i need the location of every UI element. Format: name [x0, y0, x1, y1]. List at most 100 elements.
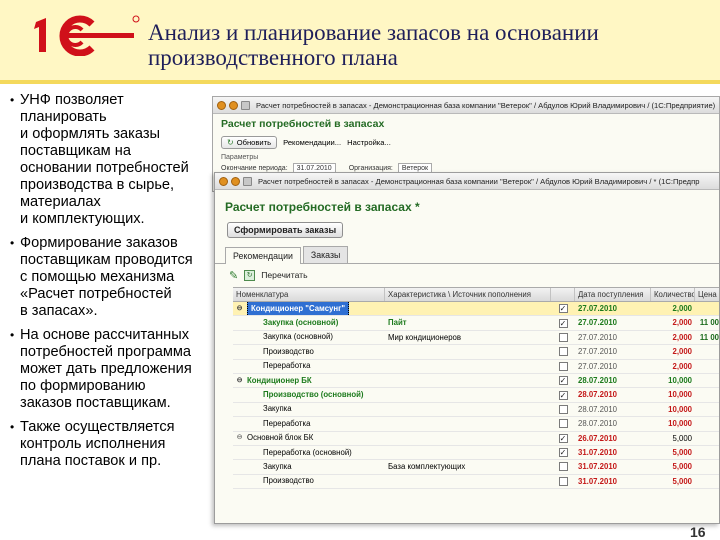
row-checkbox[interactable] — [558, 347, 568, 357]
bullet-text: На основе рассчитанных потребностей прог… — [20, 327, 192, 411]
row-qty: 2,000 — [672, 332, 692, 342]
recommendations-button[interactable]: Рекомендации... — [283, 138, 341, 147]
column-header[interactable]: Характеристика \ Источник пополнения — [385, 288, 551, 301]
bullet-dot-icon: • — [10, 328, 15, 342]
row-qty: 2,000 — [672, 361, 692, 371]
column-header[interactable] — [551, 288, 575, 301]
row-date: 27.07.2010 — [578, 304, 618, 313]
table-row[interactable]: ⊖ Основной блок БК ✓ 26.07.2010 5,000 — [233, 432, 719, 446]
favorite-icon[interactable] — [231, 176, 240, 186]
table-row[interactable]: Переработка 28.07.2010 10,000 — [233, 417, 719, 432]
row-char — [385, 446, 551, 459]
refresh-label: Обновить — [236, 137, 272, 147]
table-row[interactable]: Производство (основной) ✓ 28.07.2010 10,… — [233, 388, 719, 403]
bullet-item: • Формирование заказов поставщикам прово… — [10, 235, 215, 320]
row-checkbox[interactable] — [558, 361, 568, 371]
row-qty: 10,000 — [668, 419, 692, 429]
row-char — [385, 475, 551, 488]
row-checkbox[interactable]: ✓ — [558, 304, 568, 314]
recalc-icon[interactable]: ↻ — [244, 269, 256, 281]
table-row[interactable]: Производство 31.07.2010 5,000 — [233, 475, 719, 490]
table-row[interactable]: Закупка 28.07.2010 10,000 — [233, 403, 719, 418]
requirements-table: Номенклатура Характеристика \ Источник п… — [233, 287, 719, 490]
row-checkbox[interactable]: ✓ — [558, 390, 568, 400]
tab-orders[interactable]: Заказы — [302, 246, 349, 263]
front-window-titlebar[interactable]: Расчет потребностей в запасах - Демонстр… — [215, 173, 719, 190]
row-name: Закупка (основной) — [263, 318, 339, 328]
row-qty: 5,000 — [672, 433, 692, 443]
column-header[interactable]: Номенклатура — [233, 288, 385, 301]
menu-icon[interactable] — [243, 176, 252, 186]
row-char — [385, 360, 551, 373]
table-row[interactable]: Переработка 27.07.2010 2,000 — [233, 360, 719, 374]
row-char — [385, 345, 551, 358]
menu-icon[interactable] — [241, 100, 250, 110]
bullet-text: УНФ позволяет планировать и оформлять за… — [20, 92, 189, 227]
bullet-text: Формирование заказов поставщикам проводи… — [20, 235, 193, 319]
app-icon — [217, 100, 226, 110]
row-name: Переработка — [263, 361, 311, 371]
back-window-title: Расчет потребностей в запасах - Демонстр… — [256, 100, 716, 110]
settings-button[interactable]: Настройка... — [347, 138, 391, 147]
params-label: Параметры — [221, 154, 259, 161]
front-window: Расчет потребностей в запасах - Демонстр… — [214, 172, 720, 524]
row-date: 27.07.2010 — [578, 347, 618, 357]
row-date: 27.07.2010 — [578, 318, 618, 328]
table-row[interactable]: Переработка (основной) ✓ 31.07.2010 5,00… — [233, 446, 719, 461]
tab-recommendations[interactable]: Рекомендации — [225, 247, 301, 264]
row-checkbox[interactable] — [558, 476, 568, 486]
row-char — [385, 432, 551, 445]
table-row[interactable]: Производство 27.07.2010 2,000 — [233, 345, 719, 360]
row-date: 28.07.2010 — [578, 404, 618, 414]
row-char — [385, 417, 551, 430]
recalc-button[interactable]: Перечитать — [261, 270, 307, 280]
row-checkbox[interactable] — [558, 462, 568, 472]
table-row[interactable]: Закупка (основной) Пайт ✓ 27.07.2010 2,0… — [233, 316, 719, 331]
row-checkbox[interactable] — [558, 332, 568, 342]
edit-icon[interactable]: ✎ — [229, 269, 238, 282]
row-char — [385, 388, 551, 401]
row-date: 31.07.2010 — [578, 462, 618, 472]
row-char — [385, 403, 551, 416]
bullet-item: • Также осуществляется контроль исполнен… — [10, 419, 215, 470]
row-qty: 10,000 — [668, 390, 692, 400]
row-name: Закупка (основной) — [263, 332, 333, 342]
back-window-titlebar[interactable]: Расчет потребностей в запасах - Демонстр… — [213, 97, 719, 114]
row-price — [695, 460, 719, 473]
row-name: Кондиционер "Самсунг" — [247, 302, 350, 316]
favorite-icon[interactable] — [229, 100, 238, 110]
table-row[interactable]: Закупка База комплектующих 31.07.2010 5,… — [233, 460, 719, 475]
slide-title: Анализ и планирование запасов на основан… — [148, 20, 599, 70]
table-row[interactable]: ⊖ Кондиционер "Самсунг" ✓ 27.07.2010 2,00… — [233, 302, 719, 317]
collapse-icon[interactable]: ⊖ — [235, 432, 244, 445]
refresh-button[interactable]: ↻ Обновить — [221, 135, 278, 149]
column-header[interactable]: Количество — [651, 288, 695, 301]
back-window-heading: Расчет потребностей в запасах — [221, 118, 385, 130]
row-checkbox[interactable]: ✓ — [558, 318, 568, 328]
column-header[interactable]: Цена — [695, 288, 719, 301]
row-date: 26.07.2010 — [578, 433, 618, 443]
table-row[interactable]: ⊖ Кондиционер БК ✓ 28.07.2010 10,000 — [233, 374, 719, 389]
row-qty: 5,000 — [672, 462, 692, 472]
header-divider — [0, 80, 720, 84]
table-header: Номенклатура Характеристика \ Источник п… — [233, 288, 719, 302]
row-checkbox[interactable]: ✓ — [558, 376, 568, 386]
collapse-icon[interactable]: ⊖ — [235, 302, 244, 315]
bullet-item: • На основе рассчитанных потребностей пр… — [10, 327, 215, 412]
bullet-text: Также осуществляется контроль исполнения… — [20, 419, 175, 469]
row-name: Переработка (основной) — [263, 447, 352, 457]
form-orders-button[interactable]: Сформировать заказы — [227, 222, 344, 238]
row-qty: 2,000 — [672, 347, 692, 357]
row-checkbox[interactable]: ✓ — [558, 433, 568, 443]
row-checkbox[interactable] — [558, 404, 568, 414]
row-qty: 2,000 — [672, 318, 692, 328]
row-date: 28.07.2010 — [578, 390, 618, 400]
table-row[interactable]: Закупка (основной) Мир кондиционеров 27.… — [233, 331, 719, 346]
row-price — [695, 475, 719, 488]
back-toolbar: ↻ Обновить Рекомендации... Настройка... — [213, 134, 719, 150]
collapse-icon[interactable]: ⊖ — [235, 374, 244, 387]
row-date: 28.07.2010 — [578, 375, 618, 385]
row-checkbox[interactable] — [558, 419, 568, 429]
column-header[interactable]: Дата поступления — [575, 288, 651, 301]
row-checkbox[interactable]: ✓ — [558, 448, 568, 458]
